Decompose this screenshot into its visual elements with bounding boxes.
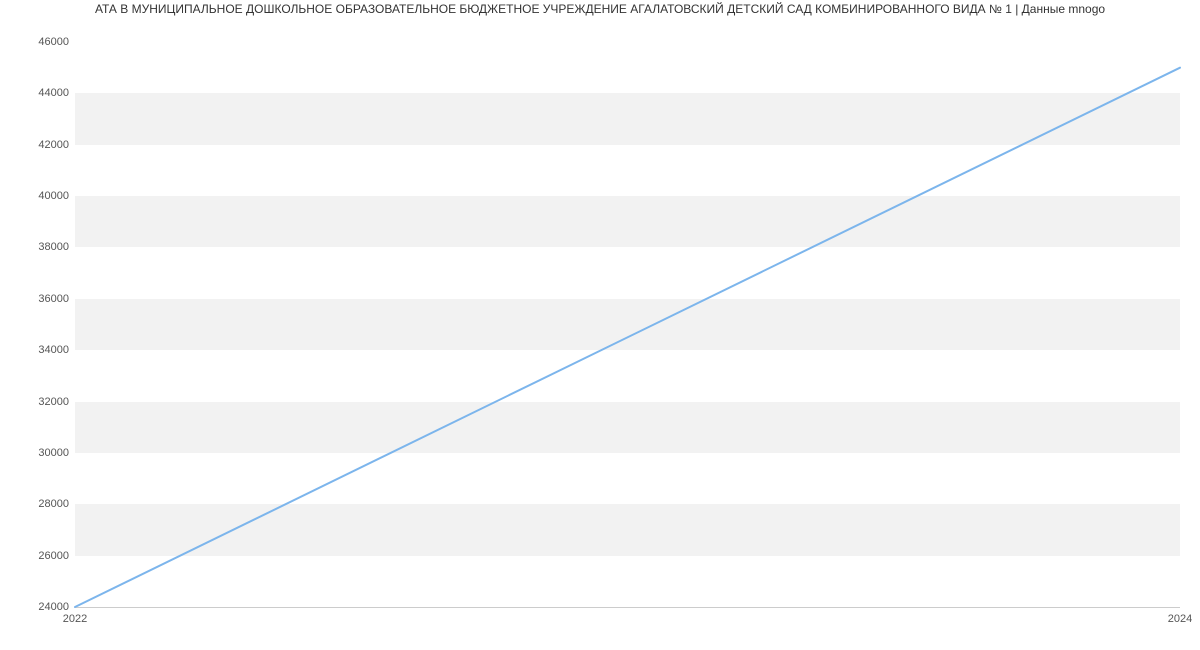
x-tick-label: 2022 [63, 607, 87, 625]
y-tick-label: 26000 [38, 550, 75, 562]
x-tick-label: 2024 [1168, 607, 1192, 625]
y-tick-label: 36000 [38, 293, 75, 305]
y-tick-label: 38000 [38, 241, 75, 253]
y-tick-label: 34000 [38, 344, 75, 356]
y-tick-label: 30000 [38, 447, 75, 459]
y-tick-label: 42000 [38, 139, 75, 151]
chart-series-line [75, 68, 1180, 607]
chart-container: АТА В МУНИЦИПАЛЬНОЕ ДОШКОЛЬНОЕ ОБРАЗОВАТ… [0, 0, 1200, 650]
y-tick-label: 44000 [38, 87, 75, 99]
y-tick-label: 40000 [38, 190, 75, 202]
y-tick-label: 32000 [38, 396, 75, 408]
chart-title: АТА В МУНИЦИПАЛЬНОЕ ДОШКОЛЬНОЕ ОБРАЗОВАТ… [0, 2, 1200, 16]
chart-plot-area: 2400026000280003000032000340003600038000… [75, 42, 1180, 608]
chart-line-layer [75, 42, 1180, 607]
y-tick-label: 46000 [38, 36, 75, 48]
y-tick-label: 28000 [38, 498, 75, 510]
